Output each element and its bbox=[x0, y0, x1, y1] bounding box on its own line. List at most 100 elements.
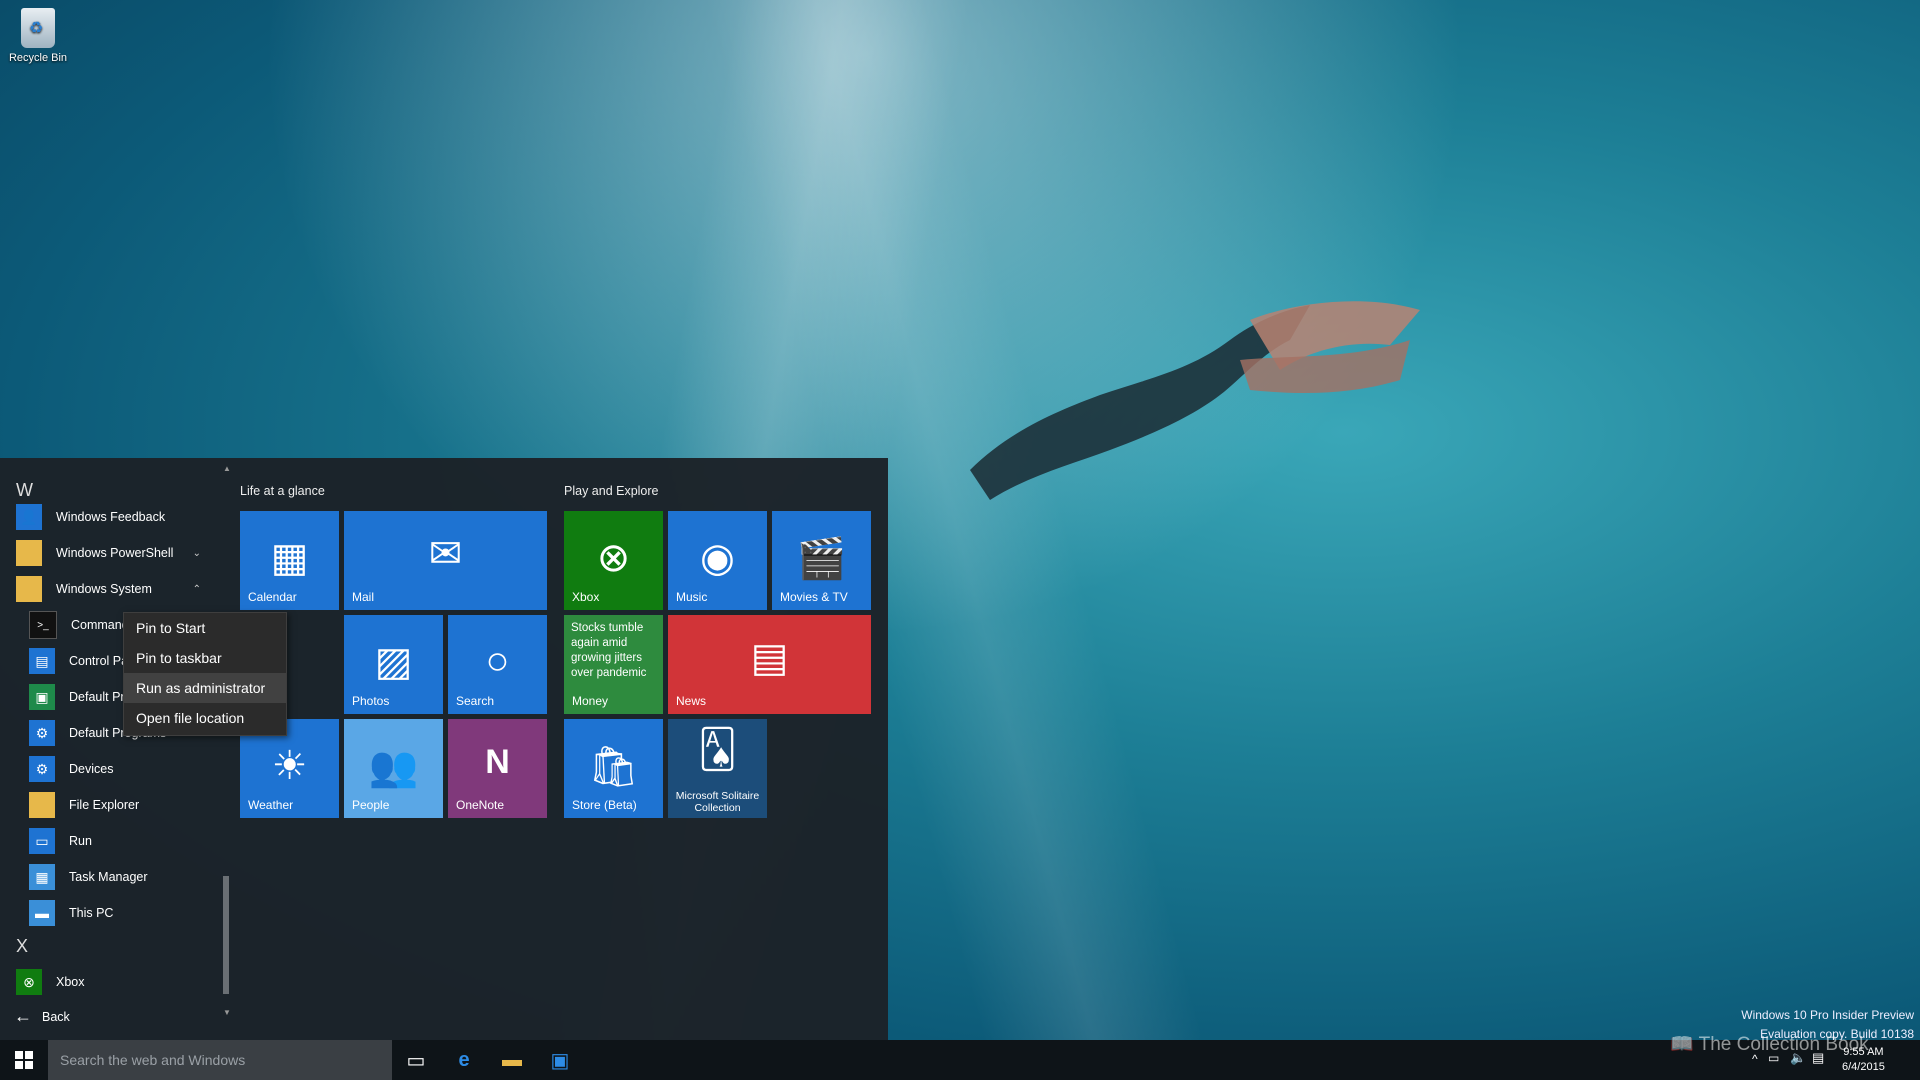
tile-movies-tv[interactable]: 🎬 Movies & TV bbox=[772, 511, 871, 610]
tile-label: Search bbox=[456, 694, 495, 708]
tile-label: Music bbox=[676, 590, 708, 604]
tile-solitaire[interactable]: 🂡 Microsoft Solitaire Collection bbox=[668, 719, 767, 818]
app-windows-powershell[interactable]: Windows PowerShell ⌄ bbox=[0, 536, 215, 570]
start-menu: W 👤 Windows Feedback Windows PowerShell … bbox=[0, 458, 888, 1040]
book-icon: 📖 bbox=[1670, 1034, 1694, 1055]
tile-label: People bbox=[352, 798, 390, 812]
recycle-bin-icon bbox=[21, 8, 55, 48]
start-button[interactable] bbox=[0, 1040, 48, 1080]
site-brand-watermark: 📖 The Collection Book bbox=[1670, 1032, 1869, 1056]
app-task-manager[interactable]: ▦ Task Manager bbox=[0, 860, 215, 894]
tile-store[interactable]: 🛍 Store (Beta) bbox=[564, 719, 663, 818]
chevron-down-icon[interactable]: ⌄ bbox=[193, 548, 201, 559]
tile-label: Money bbox=[572, 694, 609, 708]
tile-label: Microsoft Solitaire Collection bbox=[675, 790, 760, 814]
app-label: This PC bbox=[69, 906, 114, 920]
film-icon: 🎬 bbox=[796, 537, 847, 581]
gear-icon: ⚙ bbox=[29, 720, 55, 746]
back-button[interactable]: ← Back bbox=[14, 1006, 70, 1027]
xbox-icon: ⊗ bbox=[596, 536, 631, 580]
tile-label: Weather bbox=[248, 798, 294, 812]
app-file-explorer[interactable]: File Explorer bbox=[0, 788, 215, 822]
app-windows-system[interactable]: Windows System ⌃ bbox=[0, 572, 215, 606]
scrollbar-thumb[interactable] bbox=[223, 876, 229, 994]
tile-label: Calendar bbox=[248, 590, 297, 604]
tile-label: Photos bbox=[352, 694, 390, 708]
control-panel-icon: ▤ bbox=[29, 648, 55, 674]
onenote-icon: N bbox=[485, 743, 510, 781]
watermark-line1: Windows 10 Pro Insider Preview bbox=[1741, 1008, 1914, 1022]
menu-item-open-file-location[interactable]: Open file location bbox=[124, 703, 286, 733]
app-devices[interactable]: ⚙ Devices bbox=[0, 752, 215, 786]
recycle-bin[interactable]: Recycle Bin bbox=[6, 8, 70, 64]
app-this-pc[interactable]: ▬ This PC bbox=[0, 896, 215, 930]
app-label: File Explorer bbox=[69, 798, 140, 812]
news-icon: ▤ bbox=[750, 636, 789, 680]
app-label: Windows PowerShell bbox=[56, 546, 174, 560]
tile-people[interactable]: 👥 People bbox=[344, 719, 443, 818]
tile-music[interactable]: ◉ Music bbox=[668, 511, 767, 610]
tile-xbox[interactable]: ⊗ Xbox bbox=[564, 511, 663, 610]
money-headline: Stocks tumble again amid growing jitters… bbox=[571, 622, 647, 679]
default-programs-icon: ▣ bbox=[29, 684, 55, 710]
file-explorer-icon[interactable]: ▬ bbox=[488, 1040, 536, 1080]
app-label: Xbox bbox=[56, 975, 85, 989]
app-list-scrollbar[interactable]: ▲ ▼ bbox=[223, 464, 231, 1017]
app-list: W 👤 Windows Feedback Windows PowerShell … bbox=[0, 458, 225, 1040]
taskbar: Search the web and Windows ▭ e ▬ ▣ ^ ▭ 🔈… bbox=[0, 1040, 1920, 1080]
folder-icon bbox=[29, 792, 55, 818]
menu-item-pin-to-start[interactable]: Pin to Start bbox=[124, 613, 286, 643]
pc-icon: ▬ bbox=[29, 900, 55, 926]
clock-date: 6/4/2015 bbox=[1842, 1061, 1885, 1073]
mail-icon: ✉ bbox=[428, 532, 463, 576]
people-icon: 👥 bbox=[368, 745, 419, 789]
tile-label: News bbox=[676, 694, 707, 708]
back-label: Back bbox=[42, 1009, 70, 1024]
app-label: Devices bbox=[69, 762, 114, 776]
app-label: Default Pr bbox=[69, 690, 125, 704]
taskbar-search-box[interactable]: Search the web and Windows bbox=[48, 1040, 392, 1080]
scroll-down-icon[interactable]: ▼ bbox=[223, 1008, 231, 1017]
group-play-and-explore[interactable]: Play and Explore bbox=[564, 484, 659, 498]
gear-icon: ⚙ bbox=[29, 756, 55, 782]
app-label: Windows System bbox=[56, 582, 152, 596]
tile-search[interactable]: ○ Search bbox=[448, 615, 547, 714]
letter-header-w[interactable]: W bbox=[16, 480, 33, 501]
tile-news[interactable]: ▤ News bbox=[668, 615, 871, 714]
tile-onenote[interactable]: N OneNote bbox=[448, 719, 547, 818]
scroll-up-icon[interactable]: ▲ bbox=[223, 464, 231, 473]
app-label: Windows Feedback bbox=[56, 510, 166, 524]
diver-illustration bbox=[970, 301, 1420, 500]
tile-label: Movies & TV bbox=[780, 590, 848, 604]
app-xbox[interactable]: ⊗ Xbox bbox=[0, 965, 215, 999]
tile-mail[interactable]: ✉ Mail bbox=[344, 511, 547, 610]
cards-icon: 🂡 bbox=[698, 729, 737, 771]
context-menu: Pin to Start Pin to taskbar Run as admin… bbox=[123, 612, 287, 736]
run-icon: ▭ bbox=[29, 828, 55, 854]
app-windows-feedback[interactable]: 👤 Windows Feedback bbox=[0, 500, 215, 534]
windows-logo-icon bbox=[15, 1051, 33, 1069]
folder-icon bbox=[16, 576, 42, 602]
music-icon: ◉ bbox=[700, 536, 735, 580]
tile-label: Xbox bbox=[572, 590, 600, 604]
cmd-icon: >_ bbox=[29, 611, 57, 639]
search-placeholder: Search the web and Windows bbox=[60, 1052, 246, 1068]
app-run[interactable]: ▭ Run bbox=[0, 824, 215, 858]
group-life-at-a-glance[interactable]: Life at a glance bbox=[240, 484, 325, 498]
cortana-icon: ○ bbox=[485, 639, 510, 683]
tile-label: Store (Beta) bbox=[572, 798, 637, 812]
edge-icon[interactable]: e bbox=[440, 1040, 488, 1080]
menu-item-pin-to-taskbar[interactable]: Pin to taskbar bbox=[124, 643, 286, 673]
feedback-icon: 👤 bbox=[16, 504, 42, 530]
tile-money[interactable]: Stocks tumble again amid growing jitters… bbox=[564, 615, 663, 714]
photos-icon: ▨ bbox=[374, 640, 413, 684]
tile-label: OneNote bbox=[456, 798, 505, 812]
menu-item-run-as-administrator[interactable]: Run as administrator bbox=[124, 673, 286, 703]
chevron-up-icon[interactable]: ⌃ bbox=[193, 584, 201, 595]
calendar-icon: ▦ bbox=[270, 536, 309, 580]
letter-header-x[interactable]: X bbox=[16, 936, 28, 957]
tile-photos[interactable]: ▨ Photos bbox=[344, 615, 443, 714]
tile-calendar[interactable]: ▦ Calendar bbox=[240, 511, 339, 610]
store-icon[interactable]: ▣ bbox=[536, 1040, 584, 1080]
task-view-icon[interactable]: ▭ bbox=[392, 1040, 440, 1080]
